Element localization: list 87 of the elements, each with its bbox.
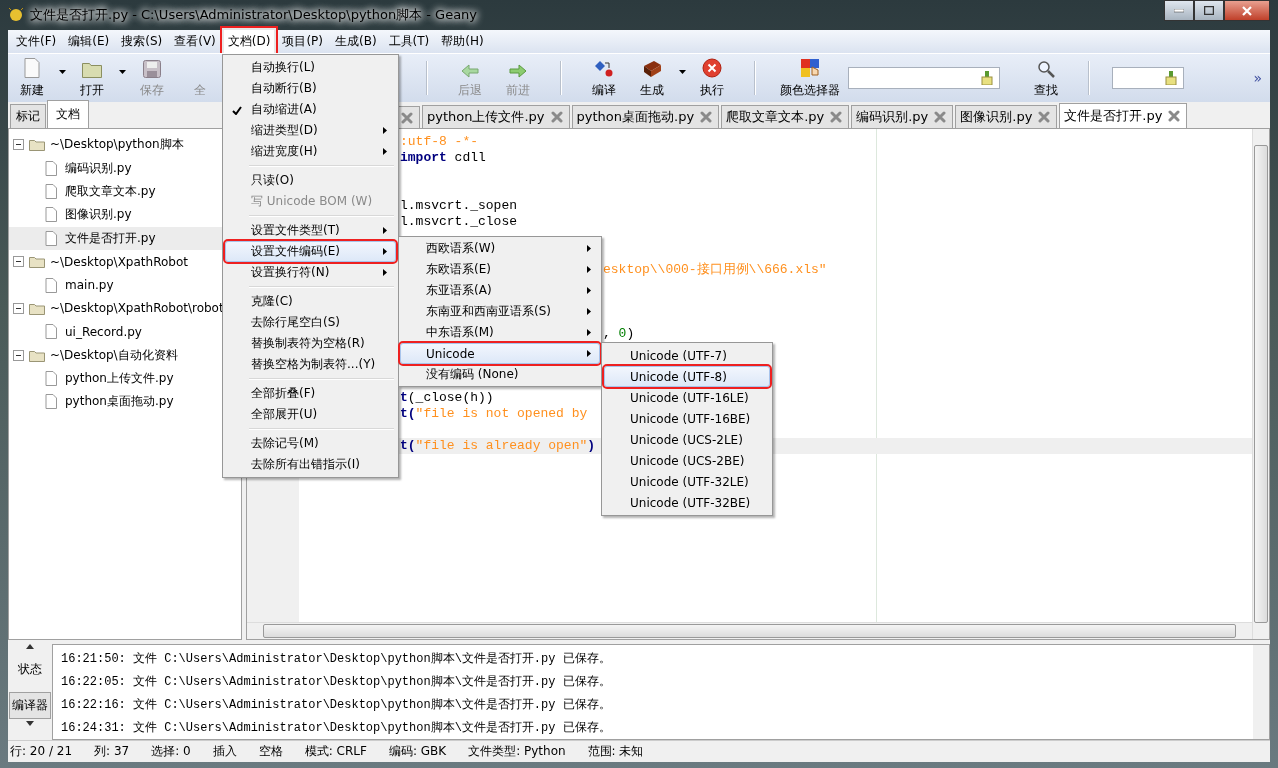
toolbar-button[interactable]: 打开: [68, 57, 116, 99]
menu-item[interactable]: 东欧语系(E): [400, 259, 600, 280]
tab-label: 图像识别.py: [960, 108, 1033, 126]
code-line: l.msvcrt._close: [400, 214, 518, 230]
tab-label: 爬取文章文本.py: [726, 108, 825, 126]
code-line: t(_close(h)): [400, 390, 494, 406]
menu-item[interactable]: 设置文件编码(E): [225, 241, 396, 262]
menu-item[interactable]: 自动缩进(A): [225, 99, 396, 120]
menu-item[interactable]: Unicode (UTF-32BE): [604, 492, 770, 513]
menu[interactable]: 文档(D): [221, 28, 277, 55]
menu-item[interactable]: Unicode: [400, 343, 600, 364]
menu-item[interactable]: 自动断行(B): [225, 78, 396, 99]
folder-label: ~\Desktop\自动化资料: [50, 346, 178, 364]
code-line: l.msvcrt._sopen: [400, 198, 518, 214]
overflow-button[interactable]: »: [1253, 70, 1262, 86]
status-text: 文件类型: Python: [468, 743, 566, 760]
folder-label: ~\Desktop\python脚本: [50, 136, 184, 154]
status-text: 编码: GBK: [388, 743, 447, 760]
log-line: 16:24:31: 文件 C:\Users\Administrator\Desktop\python脚本\文件是否打开.py 已保存。: [61, 720, 612, 737]
panel-tab[interactable]: 状态: [16, 651, 44, 688]
status-text: 范围: 未知: [587, 743, 644, 760]
file-label: 编码识别.py: [65, 159, 132, 177]
menu-item[interactable]: 东南亚和西南亚语系(S): [400, 301, 600, 322]
editor-tab[interactable]: 爬取文章文本.py: [721, 105, 850, 128]
editor-tab[interactable]: 文件是否打开.py: [1059, 103, 1188, 128]
menu-item[interactable]: Unicode (UTF-16BE): [604, 408, 770, 429]
menu[interactable]: 编辑(E): [62, 28, 116, 55]
menu[interactable]: 查看(V): [168, 28, 222, 55]
menu[interactable]: 文件(F): [10, 28, 63, 55]
file-label: ui_Record.py: [65, 324, 142, 339]
tab-label: 文件是否打开.py: [1064, 107, 1163, 125]
code-line: esktop\\000-接口用例\\666.xls": [603, 262, 827, 278]
file-label: python上传文件.py: [65, 370, 174, 388]
menu-item[interactable]: 东亚语系(A): [400, 280, 600, 301]
tab-label: python上传文件.py: [427, 108, 545, 126]
code-line: import cdll: [400, 150, 486, 166]
menu-item[interactable]: Unicode (UTF-7): [604, 345, 770, 366]
code-line: t("file is already open"): [400, 438, 596, 454]
toolbar-button[interactable]: 颜色选择器: [774, 57, 846, 99]
log-line: 16:22:16: 文件 C:\Users\Administrator\Desktop\python脚本\文件是否打开.py 已保存。: [61, 697, 612, 714]
toolbar-button[interactable]: 查找: [1022, 57, 1070, 99]
panel-tab[interactable]: 编译器: [9, 692, 51, 719]
status-text: 模式: CRLF: [304, 743, 367, 760]
editor-tab[interactable]: python桌面拖动.py: [571, 105, 720, 128]
code-line: , 0): [603, 326, 635, 342]
menu-item[interactable]: Unicode (UTF-16LE): [604, 387, 770, 408]
menu-item[interactable]: Unicode (UCS-2LE): [604, 429, 770, 450]
folder-label: ~\Desktop\XpathRobot: [50, 254, 188, 269]
file-label: 图像识别.py: [65, 206, 132, 224]
file-label: 爬取文章文本.py: [65, 182, 156, 200]
code-line: :utf-8 -*-: [400, 134, 478, 150]
code-line: t("file is not opened by: [400, 406, 588, 422]
status-text: 空格: [258, 743, 283, 760]
status-text: 选择: 0: [151, 743, 191, 760]
menu-item[interactable]: Unicode (UTF-32LE): [604, 471, 770, 492]
menu-item[interactable]: 中东语系(M): [400, 322, 600, 343]
menu[interactable]: 搜索(S): [115, 28, 169, 55]
log-line: 16:22:05: 文件 C:\Users\Administrator\Desktop\python脚本\文件是否打开.py 已保存。: [61, 674, 612, 691]
tab-label: 编码识别.py: [856, 108, 929, 126]
menu[interactable]: 帮助(H): [435, 28, 490, 55]
tab-label: python桌面拖动.py: [576, 108, 695, 126]
editor-tab[interactable]: 编码识别.py: [851, 105, 954, 128]
status-text: 列: 37: [94, 743, 130, 760]
toolbar-button[interactable]: 新建: [8, 57, 56, 99]
folder-label: ~\Desktop\XpathRobot\robot: [50, 301, 224, 316]
menu-item[interactable]: Unicode (UCS-2BE): [604, 450, 770, 471]
log-line: 16:21:50: 文件 C:\Users\Administrator\Desktop\python脚本\文件是否打开.py 已保存。: [61, 651, 612, 668]
toolbar-button[interactable]: 编译: [580, 57, 628, 99]
menu[interactable]: 工具(T): [382, 28, 436, 55]
toolbar-button[interactable]: 生成: [628, 57, 676, 99]
window-title: 文件是否打开.py - C:\Users\Administrator\Desktop\python脚本 - Geany: [30, 6, 478, 24]
menu-item[interactable]: 自动换行(L): [225, 57, 396, 78]
sidebar-tab[interactable]: 文档: [47, 100, 89, 128]
menu[interactable]: 项目(P): [276, 28, 329, 55]
file-label: main.py: [65, 278, 114, 293]
toolbar-button[interactable]: 执行: [688, 57, 736, 99]
file-label: python桌面拖动.py: [65, 393, 174, 411]
editor-tab[interactable]: 图像识别.py: [955, 105, 1058, 128]
menu-item[interactable]: Unicode (UTF-8): [604, 366, 770, 387]
menu[interactable]: 生成(B): [329, 28, 383, 55]
sidebar-tab[interactable]: 标记: [10, 104, 46, 128]
file-label: 文件是否打开.py: [65, 229, 156, 247]
menu-item[interactable]: 西欧语系(W): [400, 238, 600, 259]
menu-item[interactable]: 没有编码 (None): [400, 364, 600, 385]
status-text: 插入: [212, 743, 237, 760]
editor-tab[interactable]: python上传文件.py: [422, 105, 570, 128]
status-text: 行: 20 / 21: [10, 743, 73, 760]
